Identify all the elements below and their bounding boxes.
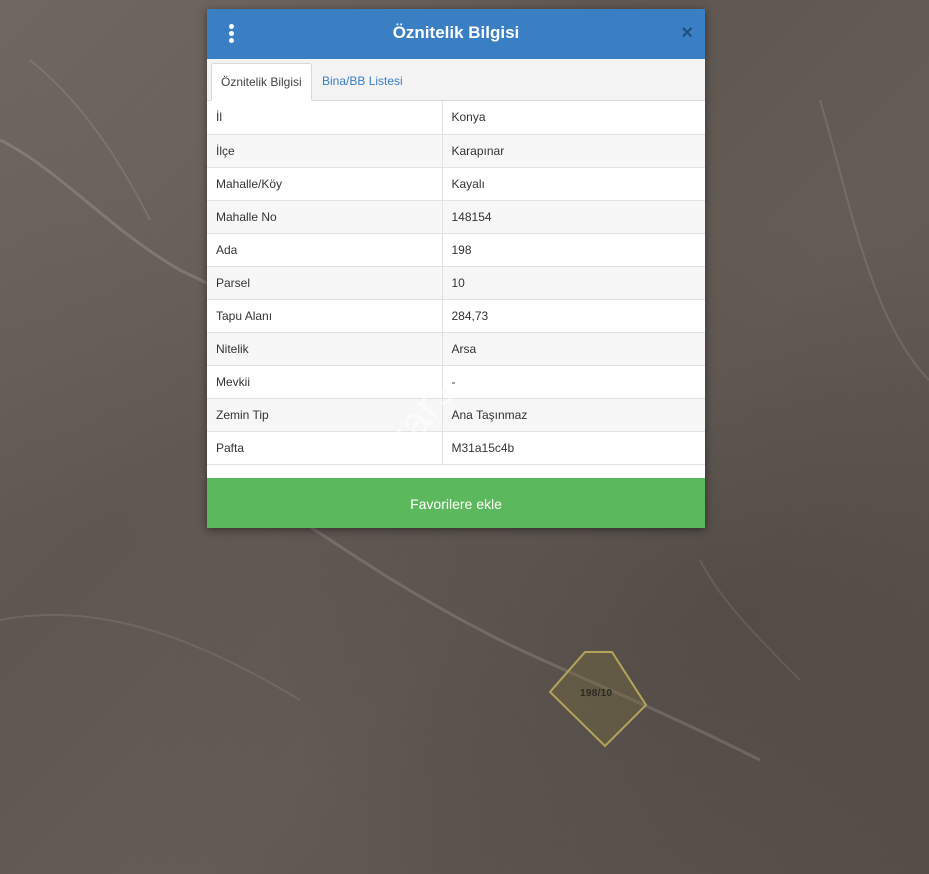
table-row: Pafta M31a15c4b — [207, 431, 705, 465]
table-row: Mevkii - — [207, 365, 705, 399]
attribute-value: M31a15c4b — [442, 431, 705, 465]
attribute-key: Tapu Alanı — [207, 299, 443, 333]
dialog-title: Öznitelik Bilgisi — [392, 23, 520, 42]
attribute-value: Ana Taşınmaz — [442, 398, 705, 432]
table-row: İl Konya — [207, 101, 705, 135]
table-row: Parsel 10 — [207, 266, 705, 300]
table-row: Mahalle/Köy Kayalı — [207, 167, 705, 201]
tab-attribute-info[interactable]: Öznitelik Bilgisi — [211, 63, 312, 101]
attribute-key: Parsel — [207, 266, 443, 300]
attribute-value: Karapınar — [442, 134, 705, 168]
attribute-key: İlçe — [207, 134, 443, 168]
table-row: Ada 198 — [207, 233, 705, 267]
tab-bar: Öznitelik Bilgisi Bina/BB Listesi — [207, 59, 705, 101]
attribute-value: 198 — [442, 233, 705, 267]
attribute-value: - — [442, 365, 705, 399]
attribute-value: 148154 — [442, 200, 705, 234]
table-row: İlçe Karapınar — [207, 134, 705, 168]
parcel-label: 198/10 — [580, 688, 613, 699]
tab-building-list[interactable]: Bina/BB Listesi — [313, 63, 412, 100]
attribute-value: Konya — [442, 101, 705, 135]
table-row: Nitelik Arsa — [207, 332, 705, 366]
attribute-value: Arsa — [442, 332, 705, 366]
add-to-favorites-button[interactable]: Favorilere ekle — [207, 478, 705, 528]
attribute-value: 10 — [442, 266, 705, 300]
attribute-key: Zemin Tip — [207, 398, 443, 432]
close-icon[interactable]: × — [681, 22, 693, 44]
dialog-header: Öznitelik Bilgisi × — [207, 9, 705, 59]
attribute-key: Mahalle No — [207, 200, 443, 234]
table-row: Mahalle No 148154 — [207, 200, 705, 234]
attribute-key: Ada — [207, 233, 443, 267]
attribute-key: Nitelik — [207, 332, 443, 366]
attribute-value: Kayalı — [442, 167, 705, 201]
attribute-key: İl — [207, 101, 443, 135]
attribute-table: İl Konya İlçe Karapınar Mahalle/Köy Kaya… — [207, 101, 705, 465]
attribute-key: Mahalle/Köy — [207, 167, 443, 201]
attribute-key: Pafta — [207, 431, 443, 465]
attribute-value: 284,73 — [442, 299, 705, 333]
attribute-key: Mevkii — [207, 365, 443, 399]
table-row: Zemin Tip Ana Taşınmaz — [207, 398, 705, 432]
attribute-dialog: Öznitelik Bilgisi × Öznitelik Bilgisi Bi… — [207, 9, 705, 528]
table-row: Tapu Alanı 284,73 — [207, 299, 705, 333]
